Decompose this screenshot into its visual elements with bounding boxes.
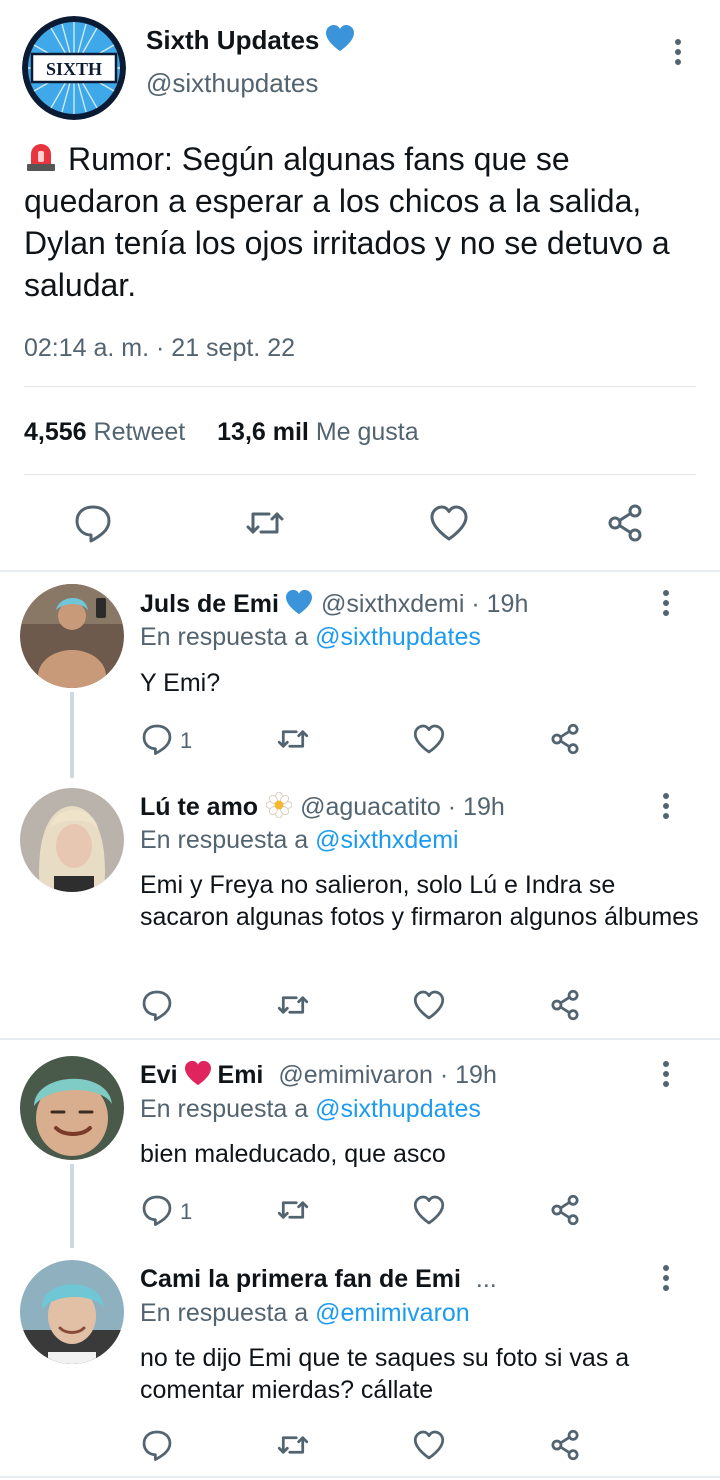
reply-author[interactable]: Cami la primera fan de Emi ...	[140, 1265, 497, 1294]
retweet-icon[interactable]	[276, 988, 310, 1022]
reply-icon[interactable]	[140, 1193, 174, 1227]
reply-icon[interactable]	[72, 502, 114, 544]
reply-prefix: En respuesta a	[140, 623, 309, 651]
reply-count: 1	[180, 1199, 193, 1224]
retweet-icon[interactable]	[244, 502, 286, 544]
name-truncation: ...	[475, 1265, 497, 1293]
more-icon[interactable]	[658, 588, 674, 620]
mention-link[interactable]: @emimivaron	[315, 1299, 470, 1327]
reply-text: Emi y Freya no salieron, solo Lú e Indra…	[140, 871, 699, 931]
daisy-icon	[265, 791, 293, 825]
share-icon[interactable]	[548, 1428, 582, 1462]
reply-handle[interactable]: @aguacatito · 19h	[300, 793, 505, 821]
reply-context: En respuesta a @sixthxdemi	[140, 826, 459, 855]
like-icon[interactable]	[412, 1193, 446, 1227]
retweet-count[interactable]: 4,556	[24, 418, 87, 446]
reply-author-name[interactable]: Cami la primera fan de Emi	[140, 1265, 461, 1293]
reply-icon[interactable]	[140, 1428, 174, 1462]
reply-author-name[interactable]: Juls de Emi	[140, 590, 279, 618]
like-icon[interactable]	[428, 502, 470, 544]
share-icon[interactable]	[548, 988, 582, 1022]
reply-author[interactable]: Lú te amo @aguacatito · 19h	[140, 791, 505, 825]
reply-prefix: En respuesta a	[140, 826, 309, 854]
stats-row: 4,556 Retweet 13,6 mil Me gusta	[24, 418, 419, 447]
more-icon[interactable]	[658, 1059, 674, 1091]
thread-line	[70, 692, 74, 778]
divider	[24, 474, 696, 475]
section-divider	[0, 570, 720, 572]
tweet-body: Rumor: Según algunas fans que se quedaro…	[24, 141, 670, 303]
reply-text: no te dijo Emi que te saques su foto si …	[140, 1344, 630, 1404]
more-icon[interactable]	[658, 1263, 674, 1295]
reply-icon[interactable]	[140, 988, 174, 1022]
avatar[interactable]	[20, 1260, 124, 1364]
like-icon[interactable]	[412, 1428, 446, 1462]
section-divider	[0, 1038, 720, 1040]
mention-link[interactable]: @sixthxdemi	[315, 826, 458, 854]
thread-line	[70, 1164, 74, 1248]
reply-text: Y Emi?	[140, 669, 221, 697]
reply-text: bien maleducado, que asco	[140, 1140, 446, 1168]
tweet-text: Rumor: Según algunas fans que se quedaro…	[24, 138, 704, 306]
avatar[interactable]	[20, 1056, 124, 1160]
like-icon[interactable]	[412, 988, 446, 1022]
like-count[interactable]: 13,6 mil	[217, 418, 309, 446]
reply-handle[interactable]: @emimivaron · 19h	[278, 1061, 497, 1089]
siren-icon	[24, 140, 58, 171]
reply-prefix: En respuesta a	[140, 1299, 309, 1327]
retweet-icon[interactable]	[276, 1193, 310, 1227]
reply-author-name-part2[interactable]: Emi	[218, 1061, 264, 1089]
share-icon[interactable]	[548, 722, 582, 756]
avatar[interactable]	[20, 584, 124, 688]
reply-author[interactable]: Evi Emi @emimivaron · 19h	[140, 1060, 497, 1093]
share-icon[interactable]	[548, 1193, 582, 1227]
like-label[interactable]: Me gusta	[316, 418, 419, 446]
author-name[interactable]: Sixth Updates	[146, 24, 355, 59]
reply-author-name[interactable]: Lú te amo	[140, 793, 258, 821]
reply-context: En respuesta a @emimivaron	[140, 1299, 470, 1328]
reply-author[interactable]: Juls de Emi @sixthxdemi · 19h	[140, 589, 528, 622]
section-divider	[0, 1476, 720, 1478]
share-icon[interactable]	[604, 502, 646, 544]
heart-emoji-icon	[184, 1060, 212, 1093]
reply-context: En respuesta a @sixthupdates	[140, 623, 481, 652]
verified-icon	[325, 24, 355, 59]
author-name-text[interactable]: Sixth Updates	[146, 25, 319, 55]
reply-handle[interactable]: @sixthxdemi · 19h	[321, 590, 528, 618]
timestamp[interactable]: 02:14 a. m. · 21 sept. 22	[24, 334, 295, 363]
reply-prefix: En respuesta a	[140, 1095, 309, 1123]
divider	[24, 386, 696, 387]
reply-count: 1	[180, 728, 193, 753]
reply-author-name-part1[interactable]: Evi	[140, 1061, 178, 1089]
more-icon[interactable]	[668, 34, 688, 74]
reply-context: En respuesta a @sixthupdates	[140, 1095, 481, 1124]
like-icon[interactable]	[412, 722, 446, 756]
retweet-label[interactable]: Retweet	[94, 418, 186, 446]
avatar[interactable]	[20, 788, 124, 892]
more-icon[interactable]	[658, 791, 674, 823]
verified-icon	[285, 589, 313, 622]
retweet-icon[interactable]	[276, 1428, 310, 1462]
author-handle[interactable]: @sixthupdates	[146, 68, 318, 99]
reply-icon[interactable]	[140, 722, 174, 756]
avatar[interactable]: SIXTH	[22, 16, 126, 120]
avatar-logo-text: SIXTH	[46, 59, 102, 79]
main-tweet: SIXTH Sixth Updates @sixthupdates Rumor:…	[0, 0, 720, 572]
mention-link[interactable]: @sixthupdates	[315, 1095, 481, 1123]
retweet-icon[interactable]	[276, 722, 310, 756]
mention-link[interactable]: @sixthupdates	[315, 623, 481, 651]
